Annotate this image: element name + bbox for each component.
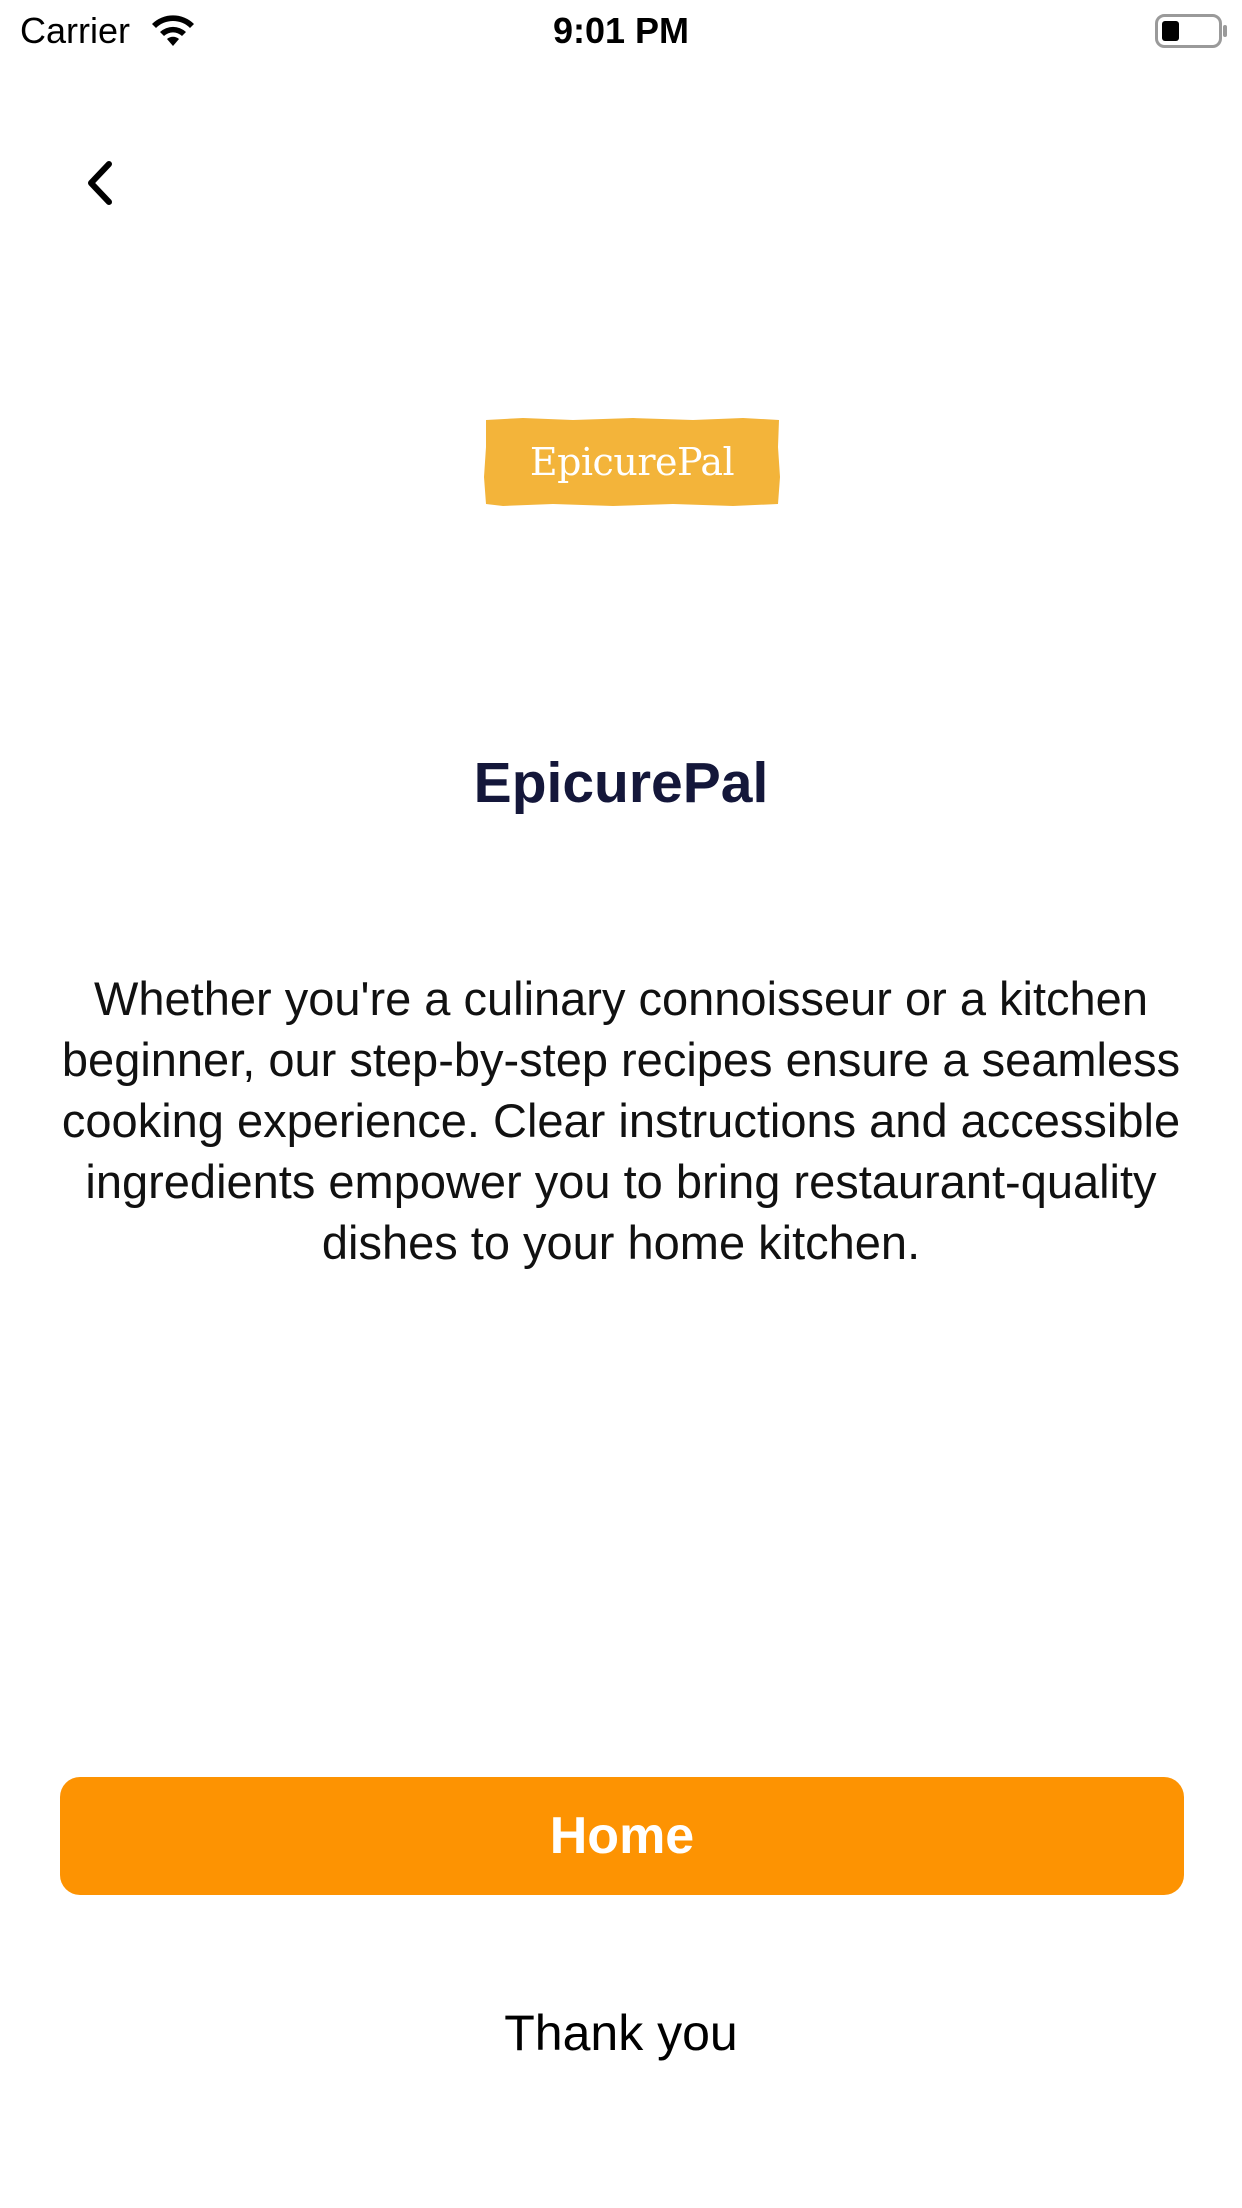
app-logo: EpicurePal (483, 417, 781, 507)
chevron-left-icon (88, 161, 112, 205)
back-button[interactable] (62, 150, 138, 216)
status-bar: Carrier 9:01 PM (0, 0, 1242, 62)
status-time: 9:01 PM (552, 10, 690, 51)
battery-icon (1155, 14, 1227, 48)
logo-text: EpicurePal (529, 440, 735, 484)
app-description: Whether you're a culinary connoisseur or… (61, 972, 1181, 1269)
page-title: EpicurePal (473, 751, 769, 815)
home-button[interactable]: Home (60, 1777, 1184, 1895)
thank-you-text: Thank you (504, 2005, 738, 2061)
